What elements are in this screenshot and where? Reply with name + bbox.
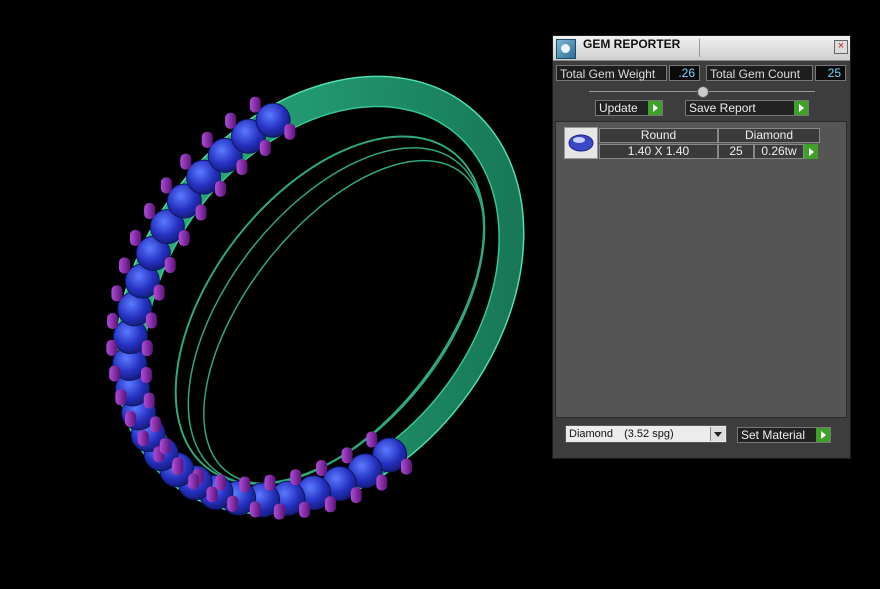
header-shape: Round	[599, 128, 718, 143]
prong	[178, 230, 190, 247]
prong	[107, 313, 119, 329]
material-select[interactable]: Diamond (3.52 spg)	[565, 425, 727, 443]
close-icon[interactable]: ×	[834, 40, 848, 54]
row-weight: 0.26tw	[754, 144, 804, 159]
set-material-button[interactable]: Set Material	[737, 427, 831, 443]
gem-reporter-panel: GEM REPORTER × Total Gem Weight .26 Tota…	[552, 35, 851, 459]
prong	[188, 473, 200, 490]
save-report-button[interactable]: Save Report	[685, 100, 809, 116]
prong	[180, 153, 192, 170]
prong	[201, 131, 213, 148]
prong	[115, 389, 127, 406]
prong	[350, 487, 362, 504]
title-bar[interactable]: GEM REPORTER ×	[553, 36, 850, 61]
prong	[164, 257, 176, 273]
prong	[172, 457, 184, 474]
prong	[249, 501, 261, 518]
prong	[264, 474, 276, 491]
prong	[215, 474, 227, 491]
prong	[401, 458, 412, 475]
prong	[109, 365, 121, 382]
title-separator	[699, 39, 700, 57]
prong	[376, 474, 388, 491]
material-name: Diamond	[569, 428, 614, 440]
prong	[146, 312, 157, 329]
prong	[125, 411, 136, 427]
header-material: Diamond	[718, 128, 820, 143]
total-gem-weight-value: .26	[669, 65, 700, 81]
prong	[119, 257, 130, 274]
chevron-down-icon[interactable]	[710, 427, 725, 441]
prong	[366, 431, 378, 448]
prong	[324, 496, 336, 513]
gem-reporter-icon	[556, 39, 576, 59]
prong	[141, 367, 152, 383]
green-arrow-icon	[816, 428, 830, 442]
prong	[106, 339, 118, 356]
prong	[227, 495, 239, 512]
prong	[137, 430, 149, 447]
total-gem-weight-label: Total Gem Weight	[556, 65, 667, 81]
prong	[144, 203, 156, 219]
green-arrow-icon	[648, 101, 662, 115]
update-label: Update	[599, 101, 638, 115]
prong	[159, 438, 171, 455]
prong	[236, 159, 248, 175]
prong	[111, 285, 123, 302]
prong	[290, 469, 302, 486]
total-gem-count-label: Total Gem Count	[706, 65, 813, 81]
set-material-label: Set Material	[741, 428, 806, 442]
prong	[299, 501, 311, 518]
green-arrow-icon[interactable]	[804, 144, 818, 159]
prong	[259, 139, 271, 156]
total-gem-count-value: 25	[815, 65, 846, 81]
prong	[273, 503, 285, 520]
update-button[interactable]: Update	[595, 100, 663, 116]
ring-model	[106, 75, 525, 520]
green-arrow-icon	[794, 101, 808, 115]
prong	[150, 416, 162, 433]
prong	[195, 204, 207, 221]
gem-table: Round Diamond 1.40 X 1.40 25 0.26tw	[555, 121, 847, 418]
row-count: 25	[718, 144, 754, 159]
save-report-label: Save Report	[689, 101, 756, 115]
prong	[141, 340, 153, 357]
row-size: 1.40 X 1.40	[599, 144, 718, 159]
prong	[153, 284, 165, 301]
prong	[160, 177, 172, 194]
prong	[316, 460, 328, 476]
prong	[225, 112, 237, 129]
prong	[249, 96, 261, 113]
material-spg: (3.52 spg)	[624, 428, 674, 440]
prong	[284, 123, 296, 140]
prong	[206, 486, 218, 503]
slider-knob-icon[interactable]	[697, 86, 709, 98]
prong	[341, 447, 353, 464]
round-gem-icon[interactable]	[564, 127, 598, 159]
3d-viewport[interactable]	[0, 0, 550, 584]
prong	[130, 229, 141, 246]
panel-title: GEM REPORTER	[583, 37, 681, 51]
prong	[239, 476, 251, 493]
prong	[215, 180, 226, 197]
prong	[143, 392, 155, 409]
